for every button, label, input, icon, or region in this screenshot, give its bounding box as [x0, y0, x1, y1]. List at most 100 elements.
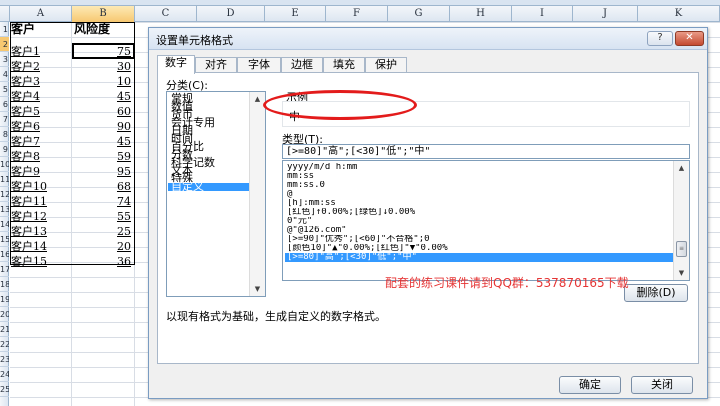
scroll-up-icon[interactable]: ▲ [250, 92, 265, 106]
row-header[interactable]: 2 [0, 37, 9, 52]
cell-customer[interactable]: 客户13 [11, 224, 71, 239]
name-box[interactable]: B2 [32, 0, 44, 3]
format-item[interactable]: [红色]↑0.00%;[绿色]↓0.00% [285, 208, 673, 217]
format-item[interactable]: mm:ss.0 [285, 181, 673, 190]
tab-alignment[interactable]: 对齐 [195, 57, 237, 73]
row-header[interactable]: 4 [0, 67, 9, 82]
cancel-button[interactable]: 关闭 [631, 376, 693, 394]
column-header-c[interactable]: C [135, 6, 197, 22]
row-header[interactable]: 12 [0, 187, 9, 202]
cell-risk[interactable]: 45 [72, 134, 134, 149]
cell-customer[interactable]: 客户9 [11, 164, 71, 179]
type-input[interactable]: [>=80]"高";[<30]"低";"中" [282, 144, 690, 159]
format-item[interactable]: @ [285, 190, 673, 199]
format-item[interactable]: [颜色10]"▲"0.00%;[红色]"▼"0.00% [285, 244, 673, 253]
column-header-h[interactable]: H [450, 6, 512, 22]
row-header[interactable]: 23 [0, 352, 9, 367]
cell-customer[interactable]: 客户12 [11, 209, 71, 224]
cell-risk[interactable]: 59 [72, 149, 134, 164]
row-header[interactable]: 21 [0, 322, 9, 337]
column-header-k[interactable]: K [638, 6, 720, 22]
column-header-d[interactable]: D [197, 6, 265, 22]
cell-customer[interactable]: 客户1 [11, 44, 71, 59]
row-header[interactable]: 15 [0, 232, 9, 247]
row-header[interactable]: 6 [0, 97, 9, 112]
scroll-thumb[interactable]: ≡ [676, 241, 687, 257]
cell-customer[interactable]: 客户10 [11, 179, 71, 194]
category-list[interactable]: 常规 数值 货币 会计专用 日期 时间 百分比 分数 科学记数 文本 特殊 自定… [166, 91, 266, 297]
column-header-b[interactable]: B [72, 6, 135, 22]
row-header[interactable]: 7 [0, 112, 9, 127]
format-item[interactable]: yyyy/m/d h:mm [285, 163, 673, 172]
cell-risk[interactable]: 60 [72, 104, 134, 119]
row-header[interactable]: 3 [0, 52, 9, 67]
column-header-j[interactable]: J [573, 6, 638, 22]
cell-risk[interactable]: 68 [72, 179, 134, 194]
cell-risk[interactable]: 36 [72, 254, 134, 269]
cell-risk[interactable]: 30 [72, 59, 134, 74]
cell-customer[interactable]: 客户15 [11, 254, 71, 269]
row-header[interactable]: 10 [0, 157, 9, 172]
format-item-selected[interactable]: [>=80]"高";[<30]"低";"中" [285, 253, 673, 262]
cell-customer[interactable]: 客户14 [11, 239, 71, 254]
cell-customer[interactable]: 客户3 [11, 74, 71, 89]
format-list[interactable]: yyyy/m/d h:mm mm:ss mm:ss.0 @ [h]:mm:ss … [282, 160, 690, 281]
cell-customer[interactable]: 客户6 [11, 119, 71, 134]
cell-risk[interactable]: 74 [72, 194, 134, 209]
tab-border[interactable]: 边框 [281, 57, 323, 73]
cell-customer[interactable]: 客户11 [11, 194, 71, 209]
row-header[interactable]: 1 [0, 22, 9, 37]
cell-risk[interactable]: 25 [72, 224, 134, 239]
cell-risk[interactable]: 90 [72, 119, 134, 134]
select-all-corner[interactable] [0, 6, 10, 22]
scroll-up-icon[interactable]: ▲ [674, 161, 689, 175]
cell-risk[interactable]: 10 [72, 74, 134, 89]
tab-font[interactable]: 字体 [237, 57, 281, 73]
row-header[interactable]: 22 [0, 337, 9, 352]
column-header-a[interactable]: A [10, 6, 72, 22]
scroll-down-icon[interactable]: ▼ [674, 266, 689, 280]
header-cell-customer[interactable]: 客户 [11, 22, 71, 37]
cell-customer[interactable]: 客户4 [11, 89, 71, 104]
cell-customer[interactable]: 客户5 [11, 104, 71, 119]
formula-input[interactable]: 75 [196, 0, 207, 3]
format-item[interactable]: @"@126.com" [285, 226, 673, 235]
row-header[interactable]: 20 [0, 307, 9, 322]
row-header[interactable]: 11 [0, 172, 9, 187]
cell-risk[interactable]: 20 [72, 239, 134, 254]
row-header[interactable]: 13 [0, 202, 9, 217]
cell-risk[interactable]: 45 [72, 89, 134, 104]
category-item-custom[interactable]: 自定义 [168, 181, 253, 192]
column-header-f[interactable]: F [326, 6, 388, 22]
cell-customer[interactable]: 客户8 [11, 149, 71, 164]
scroll-down-icon[interactable]: ▼ [250, 282, 265, 296]
row-header[interactable]: 16 [0, 247, 9, 262]
cell-customer[interactable]: 客户2 [11, 59, 71, 74]
row-header[interactable]: 18 [0, 277, 9, 292]
format-item[interactable]: [>=90]"优秀";[<60]"不合格";0 [285, 235, 673, 244]
column-header-g[interactable]: G [388, 6, 450, 22]
row-header[interactable]: 9 [0, 142, 9, 157]
row-header[interactable]: 8 [0, 127, 9, 142]
header-cell-risk[interactable]: 风险度 [72, 22, 134, 37]
format-item[interactable]: [h]:mm:ss [285, 199, 673, 208]
row-header[interactable]: 14 [0, 217, 9, 232]
tab-fill[interactable]: 填充 [323, 57, 365, 73]
cell-risk[interactable]: 55 [72, 209, 134, 224]
row-header[interactable]: 5 [0, 82, 9, 97]
help-button[interactable]: ? [647, 31, 673, 46]
format-scrollbar[interactable]: ▲ ≡ ▼ [673, 161, 689, 280]
close-icon[interactable]: ✕ [675, 31, 704, 46]
row-header[interactable]: 25 [0, 382, 9, 397]
category-scrollbar[interactable]: ▲ ▼ [249, 92, 265, 296]
column-header-i[interactable]: I [512, 6, 573, 22]
delete-button[interactable]: 删除(D) [624, 284, 688, 302]
row-header[interactable]: 17 [0, 262, 9, 277]
format-item[interactable]: 0"元" [285, 217, 673, 226]
cell-customer[interactable]: 客户7 [11, 134, 71, 149]
row-header[interactable]: 19 [0, 292, 9, 307]
format-item[interactable]: mm:ss [285, 172, 673, 181]
cell-risk[interactable]: 95 [72, 164, 134, 179]
ok-button[interactable]: 确定 [559, 376, 621, 394]
tab-number[interactable]: 数字 [157, 55, 195, 74]
